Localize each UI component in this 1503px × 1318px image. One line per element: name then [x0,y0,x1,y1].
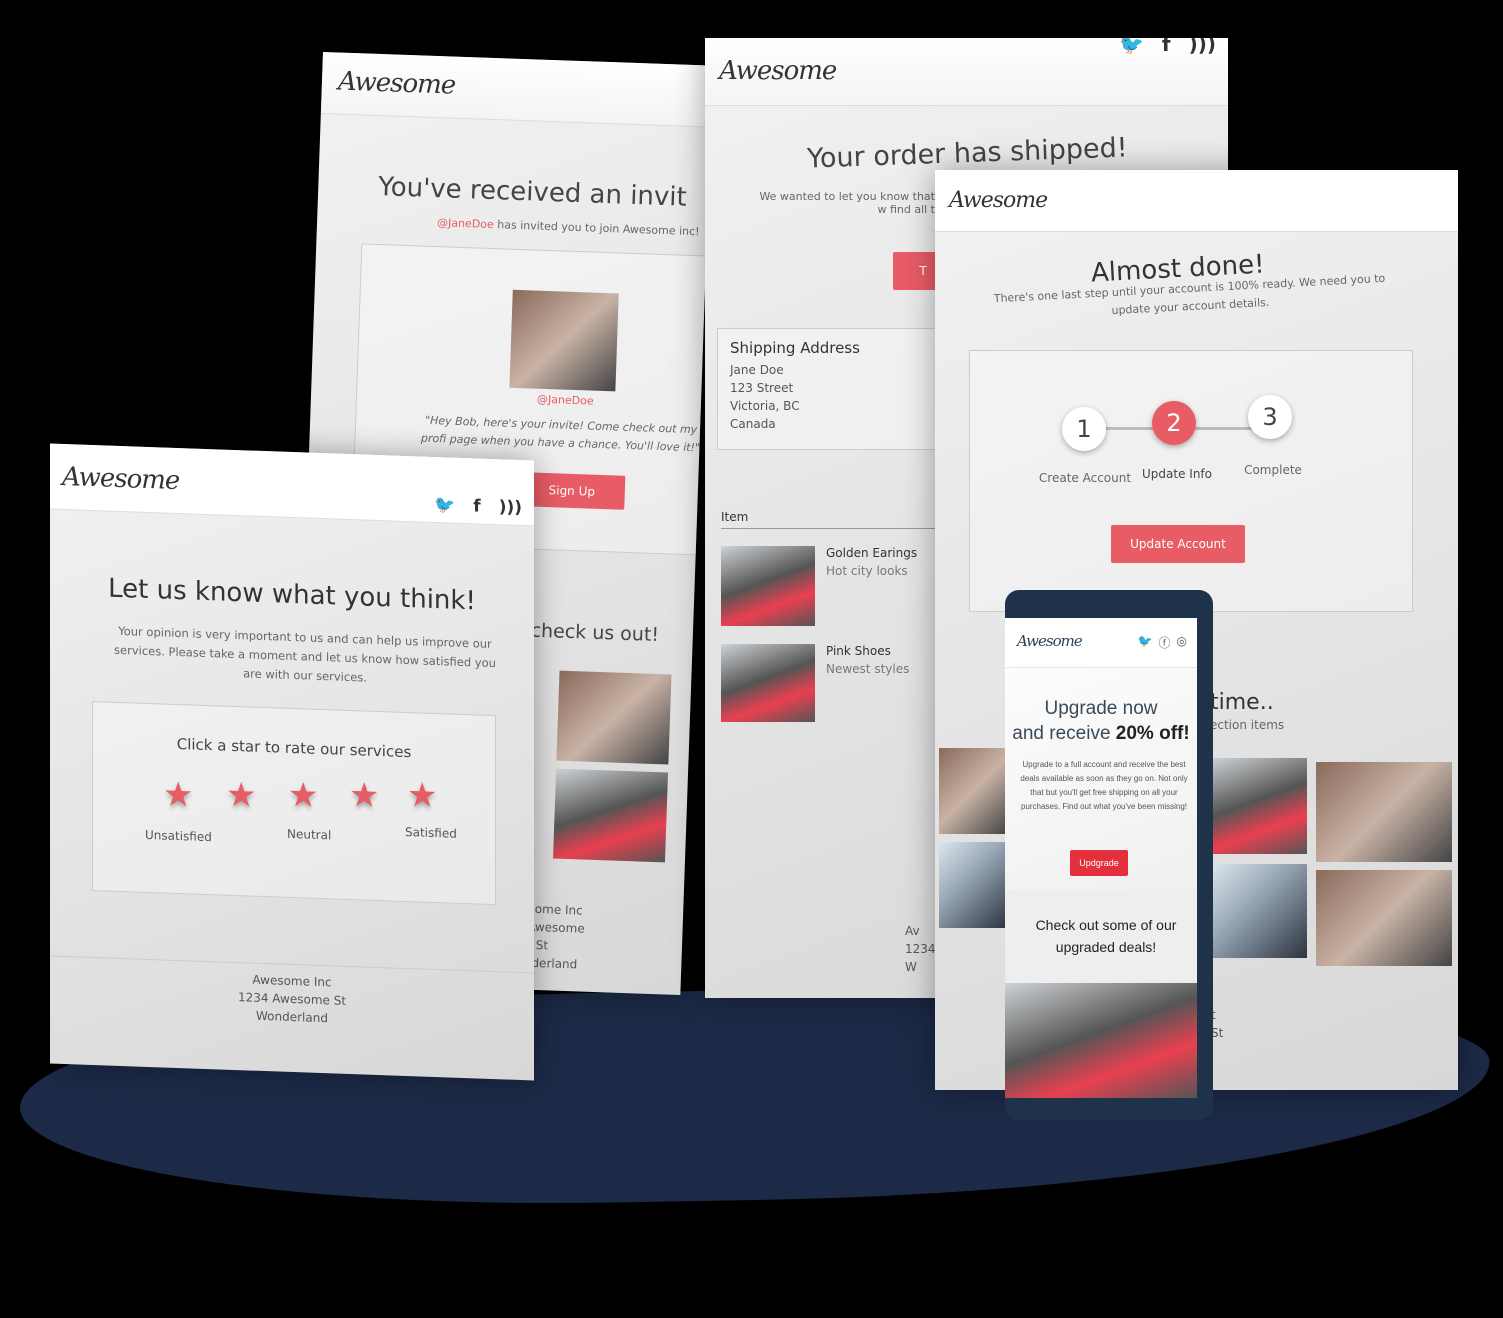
step-3: 3 [1248,395,1292,439]
item-desc: Newest styles [826,662,910,676]
footer-line: 1234 [905,942,936,956]
footer: Awesome Inc 1234 Awesome St Wonderland [50,964,534,1035]
header: Awesome [320,52,713,128]
invite-handle[interactable]: @JaneDoe [437,216,494,231]
footer-line: W [905,960,917,974]
sign-up-button[interactable]: Sign Up [518,472,626,510]
address-line: Victoria, BC [730,399,800,413]
avatar-handle: @JaneDoe [536,392,594,408]
rss-icon[interactable]: ))) [499,497,522,518]
item-name: Pink Shoes [826,644,891,658]
section-title: time.. [1210,690,1274,715]
product-photo [1211,864,1307,958]
feedback-title: Let us know what you think! [108,573,476,617]
rss-icon[interactable]: ))) [1189,38,1216,56]
shipped-body: We wanted to let you know that w find al… [759,190,935,216]
section-title: e check us out! [512,618,660,647]
mobile-body: Upgrade to a full account and receive th… [1020,760,1188,811]
item-photo [721,546,815,626]
logo: Awesome [719,56,837,86]
address-line: 123 Street [730,381,794,395]
item-row: Golden Earings Hot city looks [826,544,917,580]
social-links: 🐦 f))) [434,495,522,518]
step-1: 1 [1062,407,1106,451]
rating-box: Click a star to rate our services ★ ★ ★ … [92,701,496,906]
twitter-icon[interactable]: 🐦 [1138,634,1153,651]
mobile-title-line1: Upgrade now [1044,698,1158,719]
progress-box: 1 2 3 Create Account Update Info Complet… [969,350,1413,612]
product-photo [939,748,1007,834]
deal-photo [1005,983,1197,1098]
rating-label-mid: Neutral [287,826,332,843]
item-photo [721,644,815,722]
step-2-active: 2 [1152,401,1196,445]
logo: Awesome [337,66,456,101]
footer-line: Av [905,924,920,938]
upgrade-button[interactable]: Updgrade [1070,850,1128,876]
facebook-icon[interactable]: ⓕ [1159,634,1171,651]
shipped-title: Your order has shipped! [806,132,1129,175]
twitter-icon[interactable]: 🐦 [1119,38,1144,56]
address-line: Canada [730,417,776,431]
facebook-icon[interactable]: f [473,496,480,516]
product-photo [552,768,669,863]
shipping-address-box: Shipping Address Jane Doe 123 Street Victo… [717,328,957,450]
header: Awesome [935,170,1458,232]
product-photo [939,842,1007,928]
star-2-icon[interactable]: ★ [226,775,256,816]
feedback-email-card: Awesome 🐦 f))) Let us know what you think… [50,443,534,1081]
avatar [509,289,619,392]
update-account-button[interactable]: Update Account [1111,525,1245,563]
invite-quote: "Hey Bob, here's your invite! Come check… [420,413,701,455]
star-4-icon[interactable]: ★ [349,775,379,816]
mobile-title-line2: and receive [1012,723,1116,744]
rating-label-high: Satisfied [405,824,457,841]
item-desc: Hot city looks [826,564,908,578]
social-links: 🐦 f))) [1119,38,1216,56]
item-row: Pink Shoes Newest styles [826,642,909,678]
instagram-icon[interactable]: ◎ [1177,634,1187,651]
mobile-header: Awesome 🐦 ⓕ ◎ [1005,618,1197,668]
step-label: Complete [1244,463,1302,477]
invite-subtitle: has invited you to join Awesome inc! [493,218,700,239]
footer-line: St [1211,1026,1224,1040]
discount: 20% off! [1115,723,1190,744]
footer: Av 1234 W [905,922,936,976]
star-3-icon[interactable]: ★ [288,775,318,816]
logo: Awesome [1017,632,1083,650]
social-links: 🐦 ⓕ ◎ [1138,634,1187,651]
footer: t St [1211,1006,1241,1042]
feedback-body: Your opinion is very important to us and… [114,623,496,685]
logo: Awesome [949,188,1048,213]
mobile-screen: Awesome 🐦 ⓕ ◎ Upgrade now and receive 20% … [1005,618,1197,1098]
mobile-section-title: Check out some of our upgraded deals! [1035,917,1177,955]
invite-title: You've received an invit [377,172,688,213]
footer-line: t [1211,1008,1216,1022]
logo: Awesome [62,461,180,497]
address-title: Shipping Address [730,339,860,357]
product-photo [1211,758,1307,854]
star-5-icon[interactable]: ★ [407,775,437,816]
facebook-icon[interactable]: f [1162,38,1171,56]
product-photo [1316,870,1452,966]
mobile-device: Awesome 🐦 ⓕ ◎ Upgrade now and receive 20% … [1005,590,1213,1120]
rating-prompt: Click a star to rate our services [176,734,412,762]
rating-label-low: Unsatisfied [145,827,212,845]
product-photo [556,670,672,765]
address-line: Jane Doe [730,363,784,377]
step-label: Update Info [1142,467,1212,481]
section-subtitle: ection items [1210,718,1285,732]
star-1-icon[interactable]: ★ [163,774,193,815]
header: Awesome 🐦 f))) [705,38,1228,106]
product-photo [1316,762,1452,862]
twitter-icon[interactable]: 🐦 [434,495,455,516]
item-name: Golden Earings [826,546,918,560]
item-header: Item [721,510,941,529]
